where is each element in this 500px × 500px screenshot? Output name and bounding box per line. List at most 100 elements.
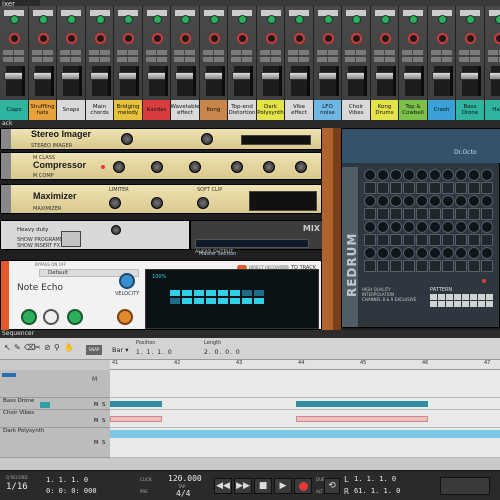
drum-channel-knob[interactable] [468,247,480,259]
channel-fader[interactable] [488,72,500,80]
drum-channel-button[interactable] [377,234,389,246]
drum-channel-knob[interactable] [403,195,415,207]
drum-channel-knob[interactable] [377,195,389,207]
drum-channel-button[interactable] [403,260,415,272]
song-time[interactable]: 0: 0: 0: 000 [46,487,97,495]
channel-gain-knob[interactable] [437,15,447,24]
channel-mute-solo-buttons[interactable] [373,50,396,62]
threshold-knob[interactable] [151,161,163,173]
channel-fader[interactable] [146,72,167,80]
position-field[interactable]: 1. 1. 1. 0 [136,349,173,356]
channel-gain-knob[interactable] [466,15,475,24]
drum-channel-button[interactable] [481,234,493,246]
pattern-step-button[interactable] [462,301,469,307]
mute-button[interactable]: M [94,440,98,446]
pattern-step-button[interactable] [462,294,469,300]
ratio-knob[interactable] [189,161,201,173]
drum-channel-knob[interactable] [442,221,454,233]
drum-channel-button[interactable] [429,208,441,220]
drum-channel-knob[interactable] [442,247,454,259]
track-header-bass-drone[interactable]: Bass Drone M S [0,398,110,410]
zoom-tool-icon[interactable]: ⚲ [54,343,60,352]
input-gain-knob[interactable] [113,161,125,173]
pattern-step-button[interactable] [438,294,445,300]
pattern-step-button[interactable] [478,301,485,307]
drum-channel-knob[interactable] [481,221,493,233]
channel-name[interactable]: Claps [0,100,28,120]
channel-gain-knob[interactable] [209,15,219,24]
drum-channel-knob[interactable] [481,247,493,259]
drum-channel-knob[interactable] [416,221,428,233]
channel-fader[interactable] [403,72,423,80]
pre-label[interactable]: PRE [140,489,148,494]
maximizer-release-knob[interactable] [151,197,163,209]
track-header-choir-vibes[interactable]: Choir Vibes M S [0,410,110,428]
drum-channel-knob[interactable] [403,169,415,181]
drum-channel-button[interactable] [455,208,467,220]
channel-pan-knob[interactable] [94,33,106,44]
rate-knob[interactable] [43,309,59,325]
velocity-decay-knob[interactable] [117,309,133,325]
channel-pan-knob[interactable] [408,33,419,44]
drum-channel-knob[interactable] [455,221,467,233]
low-band-knob[interactable] [121,133,133,145]
length-field[interactable]: 2. 0. 0. 0 [204,349,241,356]
channel-mute-solo-buttons[interactable] [459,50,481,62]
channel-pan-knob[interactable] [237,33,248,44]
drum-channel-button[interactable] [442,182,454,194]
pattern-step-button[interactable] [486,301,493,307]
pattern-step-button[interactable] [446,294,453,300]
channel-pan-knob[interactable] [151,33,163,44]
track-lane-choir-vibes[interactable] [110,410,500,428]
drum-channel-button[interactable] [390,182,402,194]
drum-channel-button[interactable] [390,260,402,272]
high-quality-label[interactable]: HIGH QUALITY INTERPOLATION [362,287,422,297]
drum-channel-button[interactable] [429,260,441,272]
pattern-step-button[interactable] [454,301,461,307]
record-button[interactable] [294,478,312,494]
track-lane-bass-drone[interactable] [110,398,500,410]
channel-mute-solo-buttons[interactable] [31,50,54,62]
drum-channel-button[interactable] [377,260,389,272]
channel-pan-knob[interactable] [265,33,277,44]
channel-fader[interactable] [289,72,309,80]
tempo-value[interactable]: 120.000 [168,474,202,483]
clip[interactable] [296,416,428,422]
channel-name[interactable]: Kong Drums [370,100,399,120]
channel-gain-knob[interactable] [266,15,276,24]
channel-pan-knob[interactable] [37,33,49,44]
channel-gain-knob[interactable] [10,15,19,24]
alt-button[interactable]: ALT [316,489,323,494]
song-position[interactable]: 1. 1. 1. 0 [46,476,88,484]
channel-mute-solo-buttons[interactable] [117,50,139,62]
drum-channel-button[interactable] [416,260,428,272]
channel-mute-solo-buttons[interactable] [487,50,500,62]
clip[interactable] [110,416,162,422]
pattern-step-button[interactable] [470,294,477,300]
pattern-step-button[interactable] [438,301,445,307]
channel-pan-knob[interactable] [322,33,334,44]
drum-channel-knob[interactable] [416,169,428,181]
channel-name[interactable]: Kasdas [142,100,171,120]
drum-channel-knob[interactable] [455,247,467,259]
channel-gain-knob[interactable] [124,15,133,24]
drum-channel-knob[interactable] [390,247,402,259]
mute-button[interactable]: M [92,376,97,383]
channel-name[interactable]: Bass Drone [456,100,484,120]
release-knob[interactable] [263,161,275,173]
drum-channel-button[interactable] [364,208,376,220]
drum-channel-knob[interactable] [442,195,454,207]
channel-gain-knob[interactable] [352,15,361,24]
drum-channel-button[interactable] [481,208,493,220]
drum-channel-button[interactable] [442,234,454,246]
pencil-tool-icon[interactable]: ✎ [14,343,21,352]
channel-fader[interactable] [431,72,452,80]
solo-button[interactable]: S [102,402,105,408]
track-header-group[interactable]: M [0,370,110,398]
stop-button[interactable]: ■ [254,478,272,494]
channel-fader[interactable] [4,72,24,80]
channel-pan-knob[interactable] [465,33,476,44]
drum-channel-button[interactable] [468,234,480,246]
drum-channel-button[interactable] [429,182,441,194]
channel-name[interactable]: Top & Cowbell [399,100,427,120]
